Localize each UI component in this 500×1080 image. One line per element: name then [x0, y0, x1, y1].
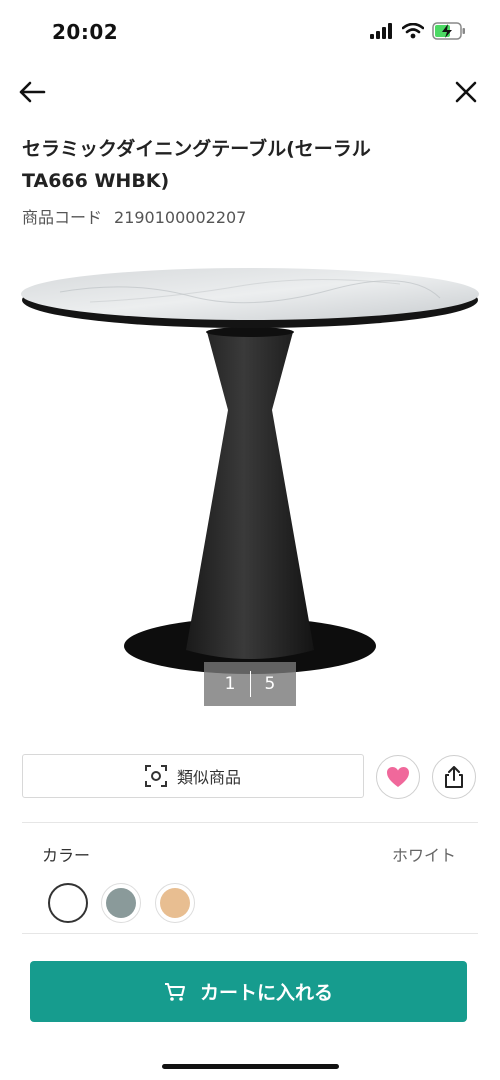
cart-icon: [164, 982, 185, 1001]
color-selected-value: ホワイト: [391, 846, 456, 865]
status-icons: [370, 22, 466, 40]
product-code-label: 商品コード: [22, 208, 103, 227]
product-image[interactable]: [0, 240, 500, 710]
product-code: 商品コード 2190100002207: [22, 204, 258, 228]
home-indicator[interactable]: [162, 1064, 339, 1069]
color-label: カラー: [42, 846, 91, 865]
battery-charging-icon: [432, 22, 465, 40]
dining-table-illustration: [21, 268, 479, 674]
status-bar: 20:02: [0, 0, 500, 62]
arrow-left-icon: [19, 81, 46, 103]
nav-bar: [0, 66, 500, 118]
pager-current: 1: [224, 674, 236, 694]
close-icon: [455, 81, 477, 103]
product-code-value: 2190100002207: [114, 208, 247, 227]
similar-items-label: 類似商品: [176, 768, 241, 787]
image-pager: 1 5: [204, 662, 296, 706]
color-swatch-gray[interactable]: [101, 883, 141, 923]
color-swatch-white[interactable]: [48, 883, 88, 923]
add-to-cart-button[interactable]: カートに入れる: [30, 961, 467, 1022]
visual-search-icon: [144, 765, 167, 787]
favorite-button[interactable]: [376, 755, 420, 799]
signal-icon: [370, 23, 392, 39]
wifi-icon: [402, 23, 424, 39]
heart-icon: [387, 767, 409, 787]
pager-separator: [249, 671, 251, 697]
similar-items-button[interactable]: 類似商品: [22, 754, 364, 798]
close-button[interactable]: [450, 76, 482, 108]
status-time: 20:02: [52, 20, 119, 44]
divider: [22, 933, 478, 934]
color-swatch-beige[interactable]: [155, 883, 195, 923]
share-button[interactable]: [432, 755, 476, 799]
divider: [22, 822, 478, 823]
share-icon: [445, 766, 463, 788]
product-title: セラミックダイニングテーブル(セーラル TA666 WHBK): [22, 138, 371, 192]
pager-total: 5: [264, 674, 276, 694]
add-to-cart-label: カートに入れる: [199, 982, 333, 1004]
back-button[interactable]: [16, 76, 48, 108]
